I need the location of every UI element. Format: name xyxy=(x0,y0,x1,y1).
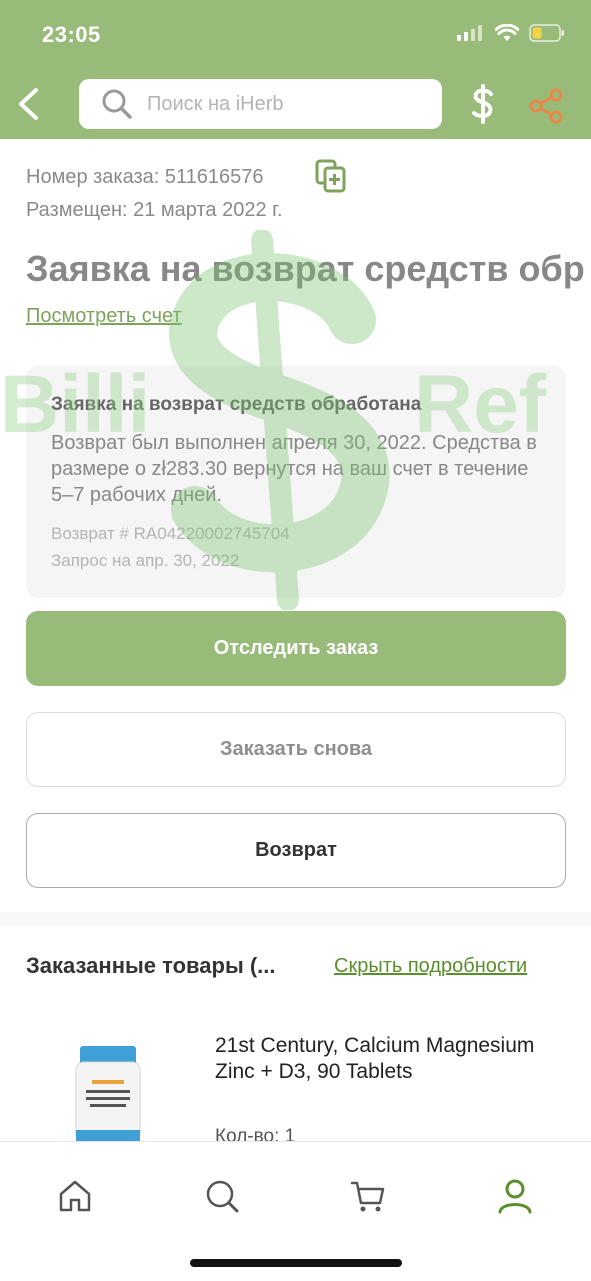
tab-search-icon[interactable] xyxy=(202,1176,242,1216)
search-icon xyxy=(102,89,132,119)
view-invoice-link[interactable]: Посмотреть счет xyxy=(26,305,182,328)
search-placeholder: Поиск на iHerb xyxy=(147,92,284,115)
reorder-button[interactable]: Заказать снова xyxy=(26,712,566,787)
search-bar[interactable]: Поиск на iHerb xyxy=(79,79,442,129)
refund-status-card: Заявка на возврат средств обработана Воз… xyxy=(26,366,566,598)
back-icon xyxy=(19,88,38,120)
track-order-button[interactable]: Отследить заказ xyxy=(26,611,566,686)
order-number: Номер заказа: 511616576 xyxy=(26,166,264,188)
ordered-items-title: Заказанные товары (... xyxy=(26,953,276,978)
cart-icon[interactable] xyxy=(348,1176,388,1216)
status-time: 23:05 xyxy=(42,22,101,47)
battery-icon xyxy=(529,24,564,42)
hide-details-link[interactable]: Скрыть подробности xyxy=(334,955,527,978)
product-name[interactable]: 21st Century, Calcium Magnesium Zinc + D… xyxy=(215,1033,545,1085)
dollar-icon xyxy=(472,84,493,124)
order-placed-date: Размещен: 21 марта 2022 г. xyxy=(26,199,283,221)
refund-card-body: Возврат был выполнен апреля 30, 2022. Ср… xyxy=(51,432,537,506)
page-title: Заявка на возврат средств обр xyxy=(26,248,585,289)
status-icons xyxy=(457,24,565,42)
product-image[interactable] xyxy=(68,1044,148,1142)
signal-icon xyxy=(457,25,482,41)
back-button[interactable] xyxy=(10,84,46,124)
refund-number: Возврат # RA04220002745704 xyxy=(51,524,290,543)
currency-button[interactable] xyxy=(466,82,500,126)
app-header: 23:05 Поиск на iHerb xyxy=(0,0,591,139)
share-icon[interactable] xyxy=(526,86,566,126)
account-icon[interactable] xyxy=(495,1176,535,1216)
copy-icon[interactable] xyxy=(314,158,348,194)
home-indicator xyxy=(190,1259,402,1267)
return-button[interactable]: Возврат xyxy=(26,813,566,888)
section-divider xyxy=(0,912,591,926)
refund-request-date: Запрос на апр. 30, 2022 xyxy=(51,551,240,570)
refund-card-title: Заявка на возврат средств обработана xyxy=(51,394,422,415)
home-icon[interactable] xyxy=(55,1176,95,1216)
wifi-icon xyxy=(495,24,519,41)
